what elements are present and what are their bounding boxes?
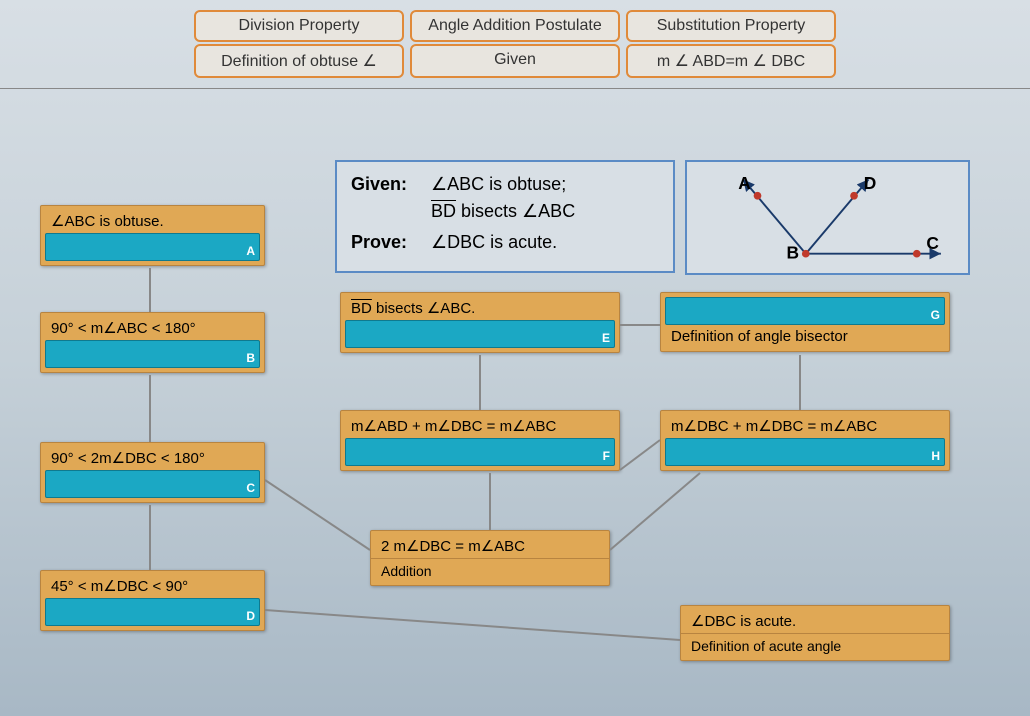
proof-box-acute: ∠DBC is acute. Definition of acute angle [680, 605, 950, 661]
proof-box-d: 45° < m∠DBC < 90° D [40, 570, 265, 631]
divider [0, 88, 1030, 89]
diagram-label-b: B [786, 243, 799, 263]
diagram-label-d: D [864, 173, 877, 193]
proof-box-a: ∠ABC is obtuse. A [40, 205, 265, 266]
options-row-1: Division Property Angle Addition Postula… [194, 10, 836, 42]
proof-box-g: G Definition of angle bisector [660, 292, 950, 352]
statement-f: m∠ABD + m∠DBC = m∠ABC [341, 411, 619, 438]
statement-g: Definition of angle bisector [661, 325, 949, 351]
proof-box-e: BD bisects ∠ABC. E [340, 292, 620, 353]
reason-slot-d[interactable]: D [45, 598, 260, 626]
diagram-label-a: A [738, 173, 751, 193]
reason-slot-e[interactable]: E [345, 320, 615, 348]
statement-c: 90° < 2m∠DBC < 180° [41, 443, 264, 470]
reason-slot-c[interactable]: C [45, 470, 260, 498]
statement-d: 45° < m∠DBC < 90° [41, 571, 264, 598]
statement-a: ∠ABC is obtuse. [41, 206, 264, 233]
reason-slot-f[interactable]: F [345, 438, 615, 466]
option-tile[interactable]: Given [410, 44, 620, 78]
given-label: Given: [351, 174, 431, 195]
statement-h: m∠DBC + m∠DBC = m∠ABC [661, 411, 949, 438]
statement-addition: 2 m∠DBC = m∠ABC [371, 531, 609, 558]
reason-slot-a[interactable]: A [45, 233, 260, 261]
angle-diagram: A D B C [685, 160, 970, 275]
option-tile[interactable]: Division Property [194, 10, 404, 42]
prove-label: Prove: [351, 232, 431, 253]
proof-box-h: m∠DBC + m∠DBC = m∠ABC H [660, 410, 950, 471]
statement-b: 90° < m∠ABC < 180° [41, 313, 264, 340]
proof-box-f: m∠ABD + m∠DBC = m∠ABC F [340, 410, 620, 471]
given-prove-box: Given: ∠ABC is obtuse; BD bisects ∠ABC P… [335, 160, 675, 273]
statement-e: BD bisects ∠ABC. [341, 293, 619, 320]
reason-slot-h[interactable]: H [665, 438, 945, 466]
given-text-1: ∠ABC is obtuse; [431, 174, 659, 195]
reason-slot-b[interactable]: B [45, 340, 260, 368]
option-tile[interactable]: Substitution Property [626, 10, 836, 42]
proof-box-b: 90° < m∠ABC < 180° B [40, 312, 265, 373]
reason-addition: Addition [371, 558, 609, 585]
statement-acute: ∠DBC is acute. [681, 606, 949, 633]
reason-acute: Definition of acute angle [681, 633, 949, 660]
given-bd: BD bisects ∠ABC [431, 201, 659, 222]
proof-box-addition: 2 m∠DBC = m∠ABC Addition [370, 530, 610, 586]
prove-text: ∠DBC is acute. [431, 232, 659, 253]
option-tile[interactable]: Angle Addition Postulate [410, 10, 620, 42]
proof-box-c: 90° < 2m∠DBC < 180° C [40, 442, 265, 503]
options-bar: Division Property Angle Addition Postula… [194, 10, 836, 78]
option-tile[interactable]: m ∠ ABD=m ∠ DBC [626, 44, 836, 78]
options-row-2: Definition of obtuse ∠ Given m ∠ ABD=m ∠… [194, 44, 836, 78]
option-tile[interactable]: Definition of obtuse ∠ [194, 44, 404, 78]
reason-slot-g[interactable]: G [665, 297, 945, 325]
diagram-label-c: C [926, 233, 939, 253]
